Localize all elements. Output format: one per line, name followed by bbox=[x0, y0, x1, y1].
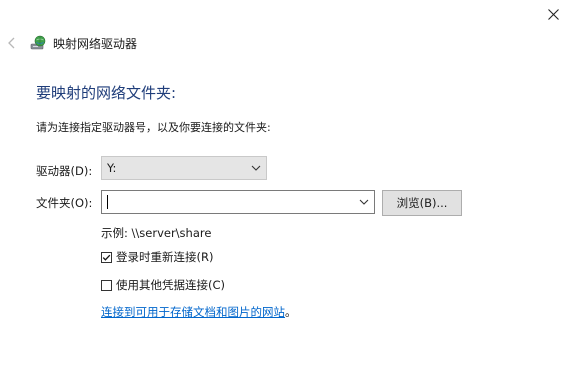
drive-label: 驱动器(D): bbox=[36, 164, 93, 178]
title-bar: 映射网络驱动器 bbox=[0, 0, 569, 62]
back-arrow-icon bbox=[8, 37, 15, 49]
chevron-down-icon[interactable] bbox=[358, 196, 370, 208]
text-cursor bbox=[107, 195, 108, 209]
network-drive-icon bbox=[30, 35, 46, 50]
other-credentials-option[interactable]: 使用其他凭据连接(C) bbox=[101, 277, 225, 293]
example-text: 示例: \\server\share bbox=[101, 226, 212, 240]
checkmark-icon bbox=[102, 254, 111, 261]
close-icon bbox=[547, 8, 559, 20]
drive-letter-value: Y: bbox=[107, 161, 117, 175]
connect-to-website-link[interactable]: 连接到可用于存储文档和图片的网站 bbox=[101, 305, 285, 319]
reconnect-checkbox[interactable] bbox=[101, 251, 112, 263]
website-link-row: 连接到可用于存储文档和图片的网站。 bbox=[101, 304, 297, 320]
other-credentials-checkbox[interactable] bbox=[101, 279, 112, 291]
browse-button[interactable]: 浏览(B)... bbox=[382, 190, 462, 216]
reconnect-label: 登录时重新连接(R) bbox=[116, 250, 214, 264]
other-credentials-label: 使用其他凭据连接(C) bbox=[116, 278, 226, 292]
map-network-drive-window: 映射网络驱动器 要映射的网络文件夹: 请为连接指定驱动器号，以及你要连接的文件夹… bbox=[0, 0, 569, 365]
folder-label: 文件夹(O): bbox=[36, 196, 93, 210]
drive-letter-select[interactable]: Y: bbox=[101, 156, 267, 180]
dialog-content: 要映射的网络文件夹: 请为连接指定驱动器号，以及你要连接的文件夹: 驱动器(D)… bbox=[0, 62, 569, 365]
instruction-text: 请为连接指定驱动器号，以及你要连接的文件夹: bbox=[36, 121, 271, 134]
reconnect-at-signin-option[interactable]: 登录时重新连接(R) bbox=[101, 249, 213, 265]
page-heading: 要映射的网络文件夹: bbox=[36, 84, 177, 102]
back-button[interactable] bbox=[6, 36, 18, 50]
close-button[interactable] bbox=[543, 4, 563, 24]
folder-path-combobox[interactable] bbox=[101, 190, 375, 214]
window-title: 映射网络驱动器 bbox=[53, 37, 138, 51]
link-period: 。 bbox=[285, 305, 297, 319]
chevron-down-icon bbox=[251, 165, 261, 171]
